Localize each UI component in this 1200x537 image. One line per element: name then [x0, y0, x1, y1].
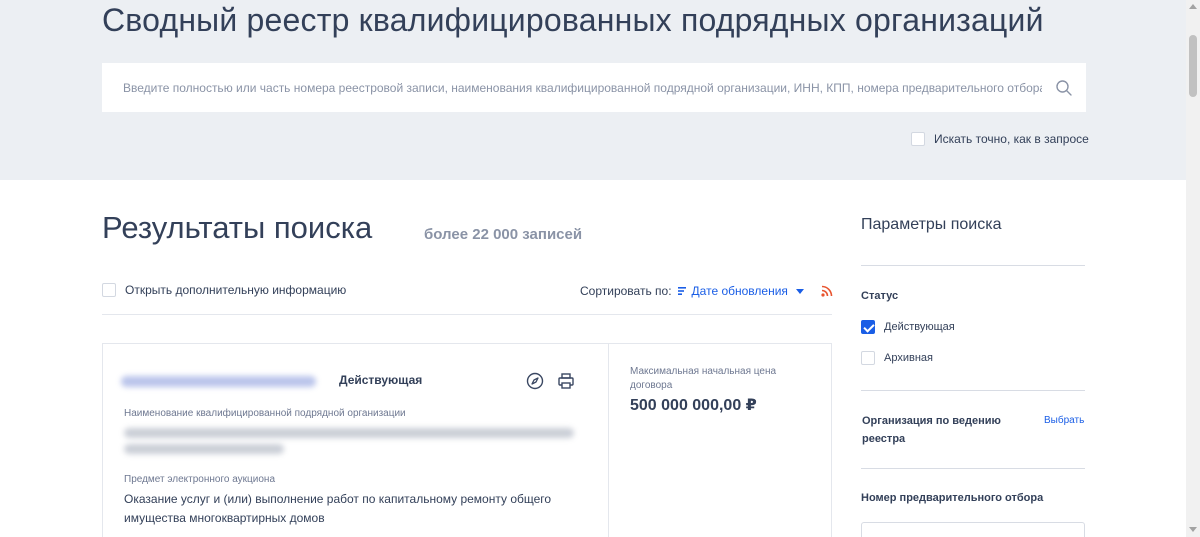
org-name-blurred-line [124, 444, 284, 454]
scrollbar[interactable] [1186, 0, 1200, 537]
sidebar-divider [861, 390, 1085, 391]
card-divider [608, 344, 609, 537]
price-label: Максимальная начальная цена договора [630, 366, 777, 391]
extra-info-checkbox[interactable] [102, 283, 116, 297]
results-count: более 22 000 записей [424, 226, 583, 243]
extra-info-option[interactable]: Открыть дополнительную информацию [102, 283, 346, 297]
registry-card: Действующая Наименование квалифицированн… [102, 343, 832, 537]
status-heading: Статус [861, 290, 899, 302]
sort-value[interactable]: Дате обновления [692, 284, 788, 298]
exact-search-option[interactable]: Искать точно, как в запросе [911, 132, 1089, 146]
results-title: Результаты поиска [102, 210, 373, 245]
rss-icon[interactable] [821, 285, 833, 297]
registry-number-blurred[interactable] [121, 376, 316, 387]
preselection-heading: Номер предварительного отбора [861, 492, 1044, 504]
price-value: 500 000 000,00 ₽ [630, 397, 757, 414]
status-option-label: Действующая [884, 321, 955, 333]
status-option-label: Архивная [884, 352, 933, 364]
results-divider [102, 314, 832, 315]
scroll-up-icon[interactable] [1189, 4, 1197, 9]
status-option-active[interactable]: Действующая [861, 320, 955, 334]
status-archive-checkbox[interactable] [861, 351, 875, 365]
status-active-checkbox[interactable] [861, 320, 875, 334]
subject-value: Оказание услуг и (или) выполнение работ … [124, 492, 552, 525]
preselection-input[interactable] [861, 522, 1085, 537]
sidebar-divider [861, 468, 1085, 469]
search-icon[interactable] [1055, 79, 1073, 97]
scroll-thumb[interactable] [1189, 35, 1197, 97]
exact-search-label: Искать точно, как в запросе [934, 132, 1089, 146]
exact-search-checkbox[interactable] [911, 132, 925, 146]
org-name-blurred-line [124, 428, 574, 438]
search-box [102, 63, 1086, 112]
org-heading: Организация по ведению реестра [862, 415, 1001, 445]
sort-label: Сортировать по: [580, 284, 672, 298]
sidebar-title: Параметры поиска [861, 216, 1002, 233]
chevron-down-icon[interactable] [795, 288, 804, 294]
page-title: Сводный реестр квалифицированных подрядн… [102, 2, 1044, 38]
search-input[interactable] [102, 63, 1042, 112]
card-status: Действующая [339, 373, 423, 387]
header-panel: Сводный реестр квалифицированных подрядн… [0, 0, 1186, 180]
print-icon[interactable] [557, 372, 575, 390]
choose-org-link[interactable]: Выбрать [1044, 415, 1084, 426]
sort-lines-icon [677, 287, 686, 295]
org-name-label: Наименование квалифицированной подрядной… [124, 408, 406, 419]
subject-label: Предмет электронного аукциона [124, 474, 276, 485]
status-option-archive[interactable]: Архивная [861, 351, 933, 365]
extra-info-label: Открыть дополнительную информацию [125, 283, 347, 297]
scroll-down-icon[interactable] [1189, 527, 1197, 532]
sidebar-divider [861, 265, 1085, 266]
compass-icon[interactable] [526, 372, 544, 390]
sort-control[interactable]: Сортировать по: Дате обновления [580, 284, 804, 298]
